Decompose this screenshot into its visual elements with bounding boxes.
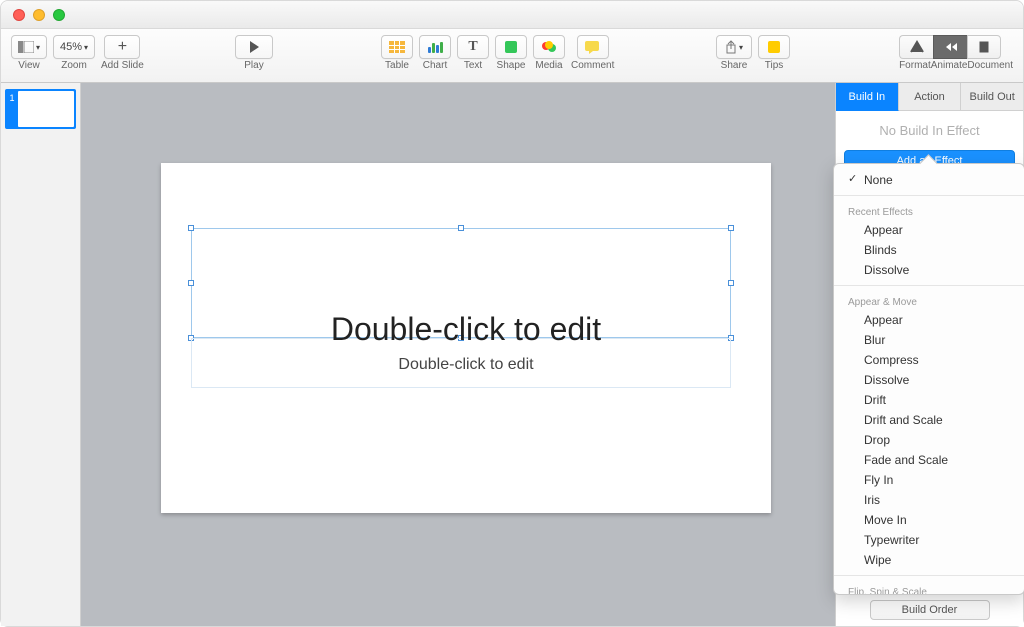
format-segment[interactable]	[899, 35, 933, 59]
effect-item[interactable]: Typewriter	[834, 530, 1024, 550]
effect-item[interactable]: Dissolve	[834, 370, 1024, 390]
slide[interactable]: Double-click to edit Double-click to edi…	[161, 163, 771, 513]
effect-item[interactable]: Drop	[834, 430, 1024, 450]
no-effect-label: No Build In Effect	[836, 111, 1023, 150]
subtitle-placeholder-text[interactable]: Double-click to edit	[161, 356, 771, 374]
play-icon	[250, 41, 259, 53]
toolbar: ▾ View 45% ▾ Zoom + Add Slide Play	[1, 29, 1023, 83]
table-label: Table	[385, 61, 409, 71]
build-tabs: Build In Action Build Out	[836, 83, 1023, 111]
slide-number: 1	[7, 91, 15, 103]
play-label: Play	[244, 61, 263, 71]
media-label: Media	[535, 61, 562, 71]
table-icon	[389, 41, 405, 53]
effect-section-title: Flip, Spin & Scale	[834, 581, 1024, 594]
shape-icon	[505, 41, 517, 53]
slide-navigator[interactable]: 1	[1, 83, 81, 626]
animate-segment[interactable]	[933, 35, 967, 59]
resize-handle[interactable]	[728, 225, 734, 231]
share-button[interactable]: ▾	[716, 35, 752, 59]
effect-item[interactable]: Blinds	[834, 240, 1024, 260]
play-button[interactable]	[235, 35, 273, 59]
add-slide-label: Add Slide	[101, 61, 144, 71]
effect-item[interactable]: Dissolve	[834, 260, 1024, 280]
effect-item[interactable]: Blur	[834, 330, 1024, 350]
effect-item[interactable]: Wipe	[834, 550, 1024, 570]
table-button[interactable]	[381, 35, 413, 59]
resize-handle[interactable]	[188, 225, 194, 231]
text-button[interactable]: T	[457, 35, 489, 59]
effect-item[interactable]: Iris	[834, 490, 1024, 510]
document-segment[interactable]	[967, 35, 1001, 59]
effect-item[interactable]: Appear	[834, 220, 1024, 240]
chart-button[interactable]	[419, 35, 451, 59]
effect-item[interactable]: Drift and Scale	[834, 410, 1024, 430]
resize-handle[interactable]	[458, 225, 464, 231]
effect-section-title: Recent Effects	[834, 201, 1024, 220]
tab-build-in[interactable]: Build In	[836, 83, 899, 111]
title-placeholder-text[interactable]: Double-click to edit	[161, 311, 771, 348]
chart-icon	[428, 42, 442, 53]
tips-icon	[768, 41, 780, 53]
effect-section-title: Appear & Move	[834, 291, 1024, 310]
effect-item-none[interactable]: None	[834, 170, 1024, 190]
main-area: 1 Double-click to edit Double-click to e…	[1, 83, 1023, 626]
zoom-label: Zoom	[61, 61, 87, 71]
view-label: View	[18, 61, 40, 71]
tips-button[interactable]	[758, 35, 790, 59]
inspector-panel: Build In Action Build Out No Build In Ef…	[835, 83, 1023, 626]
effect-item[interactable]: Appear	[834, 310, 1024, 330]
comment-label: Comment	[571, 61, 614, 71]
slide-thumbnail[interactable]: 1	[5, 89, 76, 129]
inspector-mode-segment	[899, 35, 1013, 59]
resize-handle[interactable]	[728, 280, 734, 286]
tab-build-out[interactable]: Build Out	[961, 83, 1023, 111]
zoom-button[interactable]: 45% ▾	[53, 35, 95, 59]
share-icon	[725, 40, 737, 54]
document-label: Document	[967, 61, 1013, 71]
animate-label: Animate	[931, 61, 968, 71]
media-icon	[541, 41, 557, 53]
resize-handle[interactable]	[188, 280, 194, 286]
slide-thumbnail-preview	[18, 91, 75, 127]
add-slide-button[interactable]: +	[104, 35, 140, 59]
shape-label: Shape	[497, 61, 526, 71]
text-icon: T	[468, 39, 477, 55]
window-close-icon[interactable]	[13, 9, 25, 21]
tab-action[interactable]: Action	[899, 83, 962, 111]
window-minimize-icon[interactable]	[33, 9, 45, 21]
effect-item[interactable]: Move In	[834, 510, 1024, 530]
plus-icon: +	[118, 39, 127, 55]
window-titlebar	[1, 1, 1023, 29]
effect-item[interactable]: Fly In	[834, 470, 1024, 490]
zoom-value: 45%	[60, 41, 82, 53]
shape-button[interactable]	[495, 35, 527, 59]
chart-label: Chart	[423, 61, 447, 71]
effect-item[interactable]: Fade and Scale	[834, 450, 1024, 470]
effect-item[interactable]: Compress	[834, 350, 1024, 370]
effect-item[interactable]: Drift	[834, 390, 1024, 410]
build-order-button[interactable]: Build Order	[870, 600, 990, 620]
effects-popover: NoneRecent EffectsAppearBlindsDissolveAp…	[833, 163, 1024, 595]
tips-label: Tips	[765, 61, 784, 71]
media-button[interactable]	[533, 35, 565, 59]
text-label: Text	[464, 61, 482, 71]
share-label: Share	[721, 61, 748, 71]
view-button[interactable]: ▾	[11, 35, 47, 59]
comment-icon	[585, 41, 601, 54]
comment-button[interactable]	[577, 35, 609, 59]
slide-canvas[interactable]: Double-click to edit Double-click to edi…	[81, 83, 835, 626]
window-zoom-icon[interactable]	[53, 9, 65, 21]
format-label: Format	[899, 61, 931, 71]
